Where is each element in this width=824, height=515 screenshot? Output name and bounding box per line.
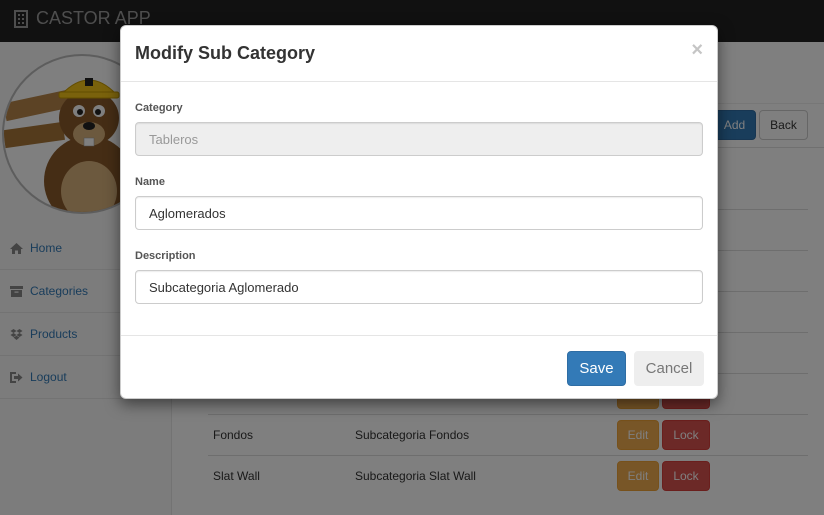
description-field[interactable] [135,270,703,304]
modal-footer: Save Cancel [121,335,717,400]
cancel-button[interactable]: Cancel [634,351,704,386]
description-label: Description [135,250,196,262]
category-field [135,122,703,156]
modal-header: Modify Sub Category × [121,26,717,82]
modal-title: Modify Sub Category [135,43,316,63]
modify-subcategory-modal: Modify Sub Category × Category Name Desc… [120,25,718,399]
save-button[interactable]: Save [567,351,626,386]
category-label: Category [135,102,183,114]
name-label: Name [135,176,165,188]
close-icon[interactable]: × [691,40,703,60]
name-field[interactable] [135,196,703,230]
